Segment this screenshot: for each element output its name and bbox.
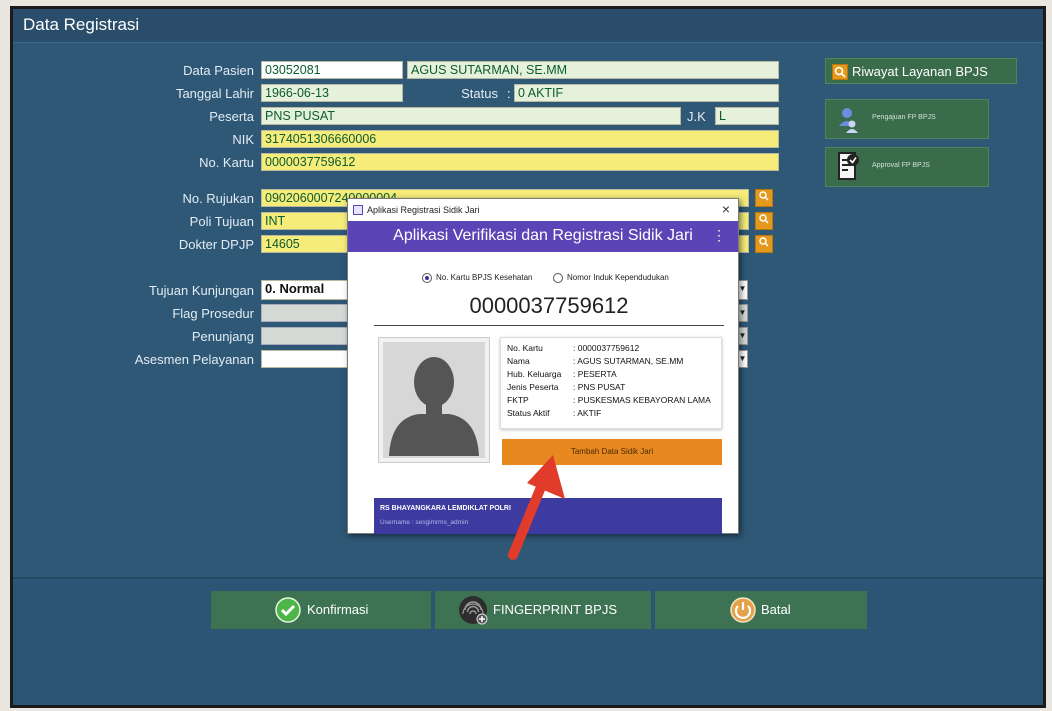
users-icon [839,108,858,133]
search-icon [832,64,848,80]
app-icon [353,205,363,215]
document-check-icon [838,152,859,180]
info-key: FKTP [507,395,529,405]
dokter-dpjp-label: Dokter DPJP [178,237,254,252]
fingerprint-icon [459,596,488,625]
info-value: : 0000037759612 [573,343,640,353]
jk-label: J.K [687,109,706,124]
card-number-display: 0000037759612 [469,293,629,318]
info-key: Status Aktif [507,408,550,418]
pengajuan-fp-label: Pengajuan FP BPJS [872,114,936,121]
batal-label: Batal [761,602,791,617]
riwayat-layanan-label: Riwayat Layanan BPJS [852,64,988,79]
footer-bar: Konfirmasi FINGERPRINT BPJS Batal [13,577,1043,705]
card-number-field[interactable]: 0000037759612 [261,153,779,171]
search-icon [759,237,769,247]
footer-username: Username : sesgimrms_admin [380,519,469,526]
card-number-underline [374,325,724,326]
pengajuan-fp-button[interactable]: Pengajuan FP BPJS [825,99,989,139]
title-bar: Data Registrasi [13,9,1043,43]
konfirmasi-label: Konfirmasi [307,602,369,617]
window-title: Data Registrasi [23,15,140,34]
poli-tujuan-label: Poli Tujuan [189,214,254,229]
referral-search-button[interactable] [755,189,773,207]
radio-nik-label: Nomor Induk Kependudukan [567,273,669,282]
dialog-header-title: Aplikasi Verifikasi dan Registrasi Sidik… [393,227,693,244]
peserta-label: Peserta [209,109,254,124]
radio-kartu-bpjs[interactable] [422,273,432,283]
penunjang-label: Penunjang [191,329,254,344]
doctor-search-button[interactable] [755,235,773,253]
dialog-title-bar: Aplikasi Registrasi Sidik Jari × [348,199,738,221]
approval-fp-label: Approval FP BPJS [872,162,930,169]
overflow-menu-icon[interactable]: ⋮ [712,227,726,244]
peserta-field[interactable]: PNS PUSAT [261,107,681,125]
tanggal-lahir-label: Tanggal Lahir [175,86,254,101]
info-key: No. Kartu [507,343,543,353]
nik-label: NIK [232,132,254,147]
dialog-header: Aplikasi Verifikasi dan Registrasi Sidik… [348,221,738,252]
gender-field[interactable]: L [715,107,779,125]
fingerprint-bpjs-label: FINGERPRINT BPJS [493,602,618,617]
search-icon [759,214,769,224]
batal-button[interactable]: Batal [655,591,867,629]
participant-info-card: No. Kartu : 0000037759612 Nama : AGUS SU… [500,337,722,429]
person-silhouette-icon [383,342,485,458]
tujuan-kunjungan-label: Tujuan Kunjungan [148,283,254,298]
approval-fp-button[interactable]: Approval FP BPJS [825,147,989,187]
status-label: Status [461,86,498,101]
no-rujukan-label: No. Rujukan [182,191,254,206]
nik-field[interactable]: 3174051306660006 [261,130,779,148]
radio-kartu-bpjs-label: No. Kartu BPJS Kesehatan [436,273,533,282]
patient-number-field[interactable]: 03052081 [261,61,403,79]
power-icon [730,597,756,623]
konfirmasi-button[interactable]: Konfirmasi [211,591,431,629]
info-key: Jenis Peserta [507,382,559,392]
search-icon [759,191,769,201]
registration-window: Data Registrasi Data Pasien 03052081 AGU… [10,6,1046,708]
info-value: : AKTIF [573,408,602,418]
info-value: : PNS PUSAT [573,382,626,392]
footer-org-name: RS BHAYANGKARA LEMDIKLAT POLRI [380,505,511,512]
close-icon[interactable]: × [722,201,730,217]
info-value: : PUSKESMAS KEBAYORAN LAMA [573,395,711,405]
patient-name-field[interactable]: AGUS SUTARMAN, SE.MM [407,61,779,79]
flag-prosedur-label: Flag Prosedur [172,306,254,321]
dialog-window-title: Aplikasi Registrasi Sidik Jari [367,205,480,215]
poli-search-button[interactable] [755,212,773,230]
radio-nik[interactable] [553,273,563,283]
info-value: : PESERTA [573,369,617,379]
no-kartu-label: No. Kartu [199,155,254,170]
riwayat-layanan-button[interactable]: Riwayat Layanan BPJS [825,58,1017,84]
check-circle-icon [275,597,301,623]
fingerprint-bpjs-button[interactable]: FINGERPRINT BPJS [435,591,651,629]
status-field[interactable]: 0 AKTIF [514,84,779,102]
birth-date-field[interactable]: 1966-06-13 [261,84,403,102]
asesmen-pelayanan-label: Asesmen Pelayanan [134,352,254,367]
info-key: Nama [507,356,530,366]
data-pasien-label: Data Pasien [183,63,254,78]
red-arrow-annotation [508,455,565,560]
avatar [378,337,490,463]
info-value: : AGUS SUTARMAN, SE.MM [573,356,684,366]
info-key: Hub. Keluarga [507,369,562,379]
